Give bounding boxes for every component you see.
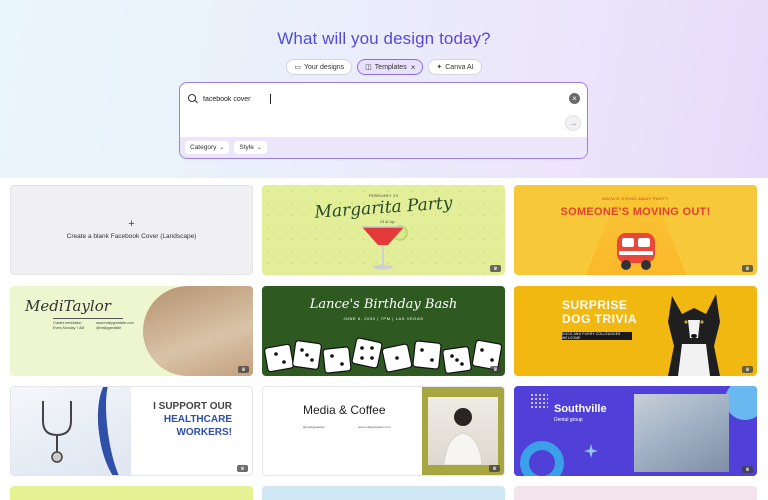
cocktail-glass-icon (362, 225, 408, 270)
person-silhouette (443, 408, 483, 466)
template-text: @reallygreatsite (96, 326, 122, 330)
template-card-healthcare[interactable]: I SUPPORT OUR HEALTHCARE WORKERS! ♛ (10, 386, 253, 476)
woman-photo (428, 397, 498, 466)
tab-label: Canva AI (445, 63, 474, 71)
stethoscope-icon (42, 401, 72, 463)
template-card-media-coffee[interactable]: Media & Coffee @reallygreatsite www.real… (262, 386, 505, 476)
template-title: Media & Coffee (303, 403, 386, 417)
dot-pattern (530, 393, 548, 409)
template-title: Lance's Birthday Bash (309, 297, 458, 312)
filter-bar: Category ⌄ Style ⌄ (180, 137, 587, 158)
template-title: WORKERS! (176, 427, 232, 438)
template-text: Dental group (554, 417, 583, 423)
divider (53, 318, 123, 319)
premium-badge-icon: ♛ (237, 465, 248, 472)
template-text: @reallygreatsite (303, 425, 325, 429)
template-card-margarita[interactable]: FEBRUARY 23 Margarita Party 21 & Up ♛ (262, 185, 505, 275)
template-text: JUNE 6, 2030 | 7PM | LAS VEGAS (343, 316, 424, 321)
template-title: Southville (554, 403, 607, 415)
template-text: DOGS AND FURRY COLLEAGUES WELCOME (562, 332, 632, 340)
category-filter[interactable]: Category ⌄ (185, 141, 230, 154)
template-title: SURPRISE DOG TRIVIA (562, 298, 637, 326)
filter-label: Style (239, 144, 254, 151)
premium-badge-icon: ♛ (238, 366, 249, 373)
template-card-birthday-bash[interactable]: Lance's Birthday Bash JUNE 6, 2030 | 7PM… (262, 286, 505, 376)
template-card-dog-trivia[interactable]: SURPRISE DOG TRIVIA DOGS AND FURRY COLLE… (514, 286, 757, 376)
template-title: I SUPPORT OUR (153, 401, 232, 412)
premium-badge-icon: ♛ (490, 366, 501, 373)
premium-badge-icon: ♛ (490, 265, 501, 272)
page-title: What will you design today? (0, 29, 768, 49)
create-blank-label: Create a blank Facebook Cover (Landscape… (66, 233, 197, 240)
template-card-partial[interactable] (10, 486, 253, 500)
filter-label: Category (190, 144, 217, 151)
tab-templates[interactable]: ◫ Templates × (357, 59, 424, 75)
design-tabs: ▭ Your designs ◫ Templates × ✦ Canva AI (0, 59, 768, 75)
template-icon: ◫ (365, 63, 372, 71)
tab-canva-ai[interactable]: ✦ Canva AI (428, 59, 482, 75)
premium-badge-icon: ♛ (489, 465, 500, 472)
dice-icon (263, 337, 503, 374)
search-icon (188, 94, 198, 104)
template-text: MAYA'S GOING AWAY PARTY (602, 196, 669, 201)
template-card-partial[interactable] (262, 486, 505, 500)
decorative-ring (520, 441, 564, 476)
tab-label: Your designs (303, 63, 345, 71)
template-card-moving-out[interactable]: MAYA'S GOING AWAY PARTY SOMEONE'S MOVING… (514, 185, 757, 275)
template-text: www.reallygreatsite.com (358, 425, 391, 429)
template-text: Every Monday 7 AM (53, 326, 85, 330)
tab-label: Templates (374, 63, 407, 71)
sparkle-icon (584, 444, 598, 458)
template-title: SOMEONE'S MOVING OUT! (560, 206, 711, 218)
chevron-down-icon: ⌄ (219, 145, 225, 151)
template-title-line: SURPRISE (562, 298, 628, 312)
dog-photo (668, 294, 720, 376)
template-text: Guided meditation (53, 321, 82, 325)
dentist-photo (634, 394, 729, 472)
template-title: HEALTHCARE (163, 414, 232, 425)
clear-search-button[interactable]: × (569, 93, 580, 104)
template-card-meditaylor[interactable]: MediTaylor Guided meditation Every Monda… (10, 286, 253, 376)
template-card-partial[interactable] (514, 486, 757, 500)
submit-search-button[interactable]: → (565, 115, 581, 131)
plus-icon: + (128, 218, 135, 230)
folder-icon: ▭ (294, 63, 301, 71)
van-icon (617, 233, 655, 270)
template-title-line: DOG TRIVIA (562, 312, 638, 326)
tab-your-designs[interactable]: ▭ Your designs (286, 59, 353, 75)
style-filter[interactable]: Style ⌄ (234, 141, 267, 154)
create-blank-card[interactable]: + Create a blank Facebook Cover (Landsca… (10, 185, 253, 275)
yoga-photo (143, 286, 253, 376)
chevron-down-icon: ⌄ (256, 145, 262, 151)
decorative-circle (725, 386, 757, 420)
template-title: MediTaylor (25, 297, 111, 315)
premium-badge-icon: ♛ (742, 366, 753, 373)
premium-badge-icon: ♛ (742, 265, 753, 272)
sparkle-icon: ✦ (436, 63, 443, 71)
premium-badge-icon: ♛ (742, 466, 753, 473)
template-card-southville[interactable]: Southville Dental group ♛ (514, 386, 757, 476)
close-icon[interactable]: × (411, 63, 416, 72)
search-panel: × → Category ⌄ Style ⌄ (179, 82, 588, 159)
search-input[interactable] (203, 94, 271, 104)
template-text: www.reallygreatsite.com (96, 321, 134, 325)
